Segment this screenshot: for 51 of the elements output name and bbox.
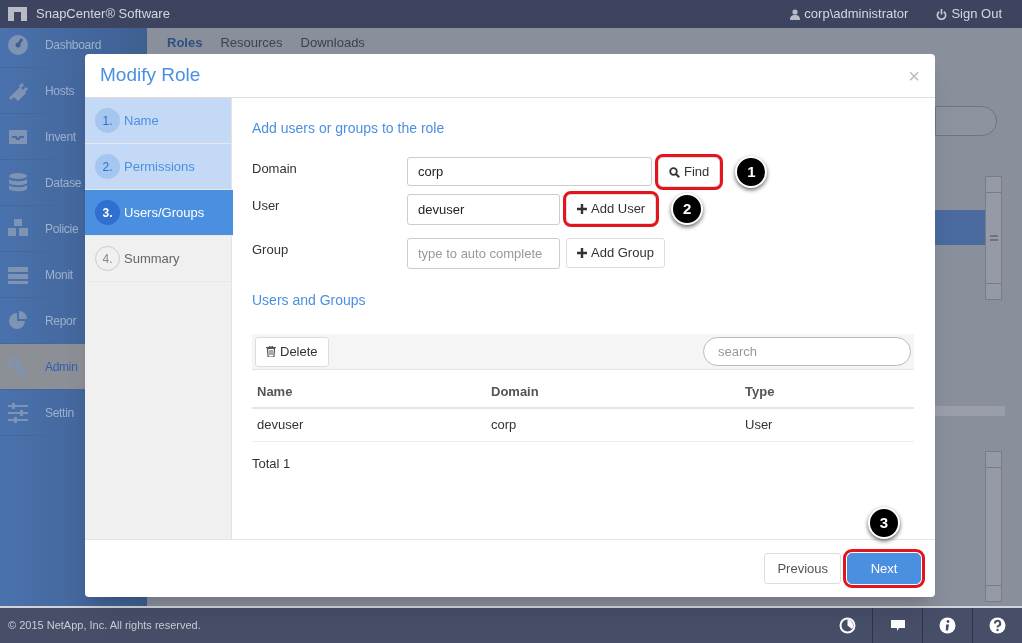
app-title: SnapCenter® Software	[36, 5, 170, 24]
search-icon	[669, 166, 680, 178]
page-tab[interactable]: Roles	[167, 33, 203, 53]
database-icon	[7, 171, 29, 194]
plus-icon	[577, 248, 587, 258]
sign-out-link[interactable]: Sign Out	[936, 4, 1002, 24]
table-cell-text: corp	[491, 416, 518, 435]
table-cell-text: User	[745, 416, 774, 435]
wizard-step[interactable]: 2. Permissions	[85, 144, 231, 190]
total-count: Total 1	[252, 455, 292, 473]
plus-icon	[577, 204, 587, 214]
copyright-text: © 2015 NetApp, Inc. All rights reserved.	[8, 618, 201, 634]
trash-icon	[266, 346, 276, 357]
callout-marker: 3	[868, 507, 900, 539]
action-button[interactable]: Add Group	[566, 238, 665, 268]
action-button[interactable]: Add User	[566, 194, 657, 224]
pie-chart-icon	[7, 309, 29, 332]
scrollbar[interactable]	[985, 176, 1002, 300]
section-heading: Users and Groups	[252, 291, 367, 310]
user-icon	[790, 8, 801, 20]
search-field[interactable]	[935, 106, 997, 136]
user-link[interactable]: corp\administrator	[790, 4, 909, 24]
input-field[interactable]: corp	[407, 157, 652, 186]
scrollbar[interactable]	[985, 451, 1002, 602]
callout-marker: 2	[671, 193, 704, 225]
input-field[interactable]: devuser	[407, 194, 560, 225]
callout-marker: 1	[735, 156, 768, 188]
wizard-step[interactable]: 1. Name	[85, 98, 231, 144]
column-header: Name	[257, 382, 294, 401]
column-header: Type	[745, 382, 776, 401]
column-header: Domain	[491, 382, 540, 401]
gauge-icon	[7, 33, 29, 56]
wizard-step[interactable]: 3. Users/Groups	[85, 190, 233, 236]
field-label: User	[252, 197, 281, 215]
table-header	[935, 406, 1005, 416]
input-field[interactable]: type to auto complete	[407, 238, 560, 269]
table-cell-text: devuser	[257, 416, 305, 435]
previous-button[interactable]: Previous	[764, 553, 841, 584]
page-tab[interactable]: Resources	[220, 33, 283, 53]
section-heading: Add users or groups to the role	[252, 119, 446, 138]
field-label: Group	[252, 241, 290, 259]
field-label: Domain	[252, 160, 298, 178]
key-icon	[7, 355, 29, 378]
action-button[interactable]: Find	[658, 157, 721, 187]
close-button[interactable]: ×	[908, 60, 920, 91]
sliders-icon	[7, 401, 29, 424]
page-tab[interactable]: Downloads	[300, 33, 365, 53]
power-icon	[936, 8, 948, 20]
logo-icon	[8, 7, 27, 21]
search-field[interactable]: search	[703, 337, 911, 366]
delete-button[interactable]: Delete	[255, 336, 329, 367]
